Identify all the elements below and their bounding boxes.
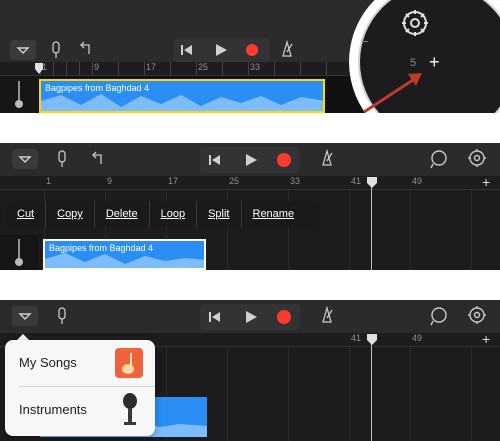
record-icon[interactable] xyxy=(276,309,292,325)
control-bar xyxy=(0,300,500,333)
settings-gear-icon[interactable] xyxy=(400,8,430,38)
menu-item-label: My Songs xyxy=(19,355,77,370)
guitar-icon xyxy=(15,239,23,266)
loop-icon[interactable] xyxy=(429,306,449,326)
undo-icon[interactable] xyxy=(77,40,93,58)
menu-item-instruments[interactable]: Instruments xyxy=(5,387,155,433)
menu-item-split[interactable]: Split xyxy=(197,201,242,227)
ruler-number: 17 xyxy=(168,176,179,186)
menu-item-copy[interactable]: Copy xyxy=(46,201,95,227)
dropdown-icon xyxy=(18,156,32,163)
playhead-icon[interactable] xyxy=(366,176,378,190)
pointer-arrow-icon xyxy=(363,73,422,113)
timeline-ruler[interactable]: 1 9 17 25 33 41 49 + xyxy=(0,174,500,190)
ruler-number: 1 xyxy=(46,176,52,186)
menu-item-cut[interactable]: Cut xyxy=(6,201,47,227)
my-songs-dropdown-button[interactable] xyxy=(12,306,38,326)
record-icon[interactable] xyxy=(244,42,260,58)
undo-icon[interactable] xyxy=(89,150,105,168)
my-songs-dropdown-button[interactable] xyxy=(10,40,36,60)
microphone-icon[interactable] xyxy=(50,40,62,60)
control-bar xyxy=(0,143,500,176)
ruler-number: 25 xyxy=(229,176,240,186)
panel-2-context-menu: 1 9 17 25 33 41 49 + Bagpipes from Baghd… xyxy=(0,143,500,270)
ruler-number: 49 xyxy=(412,333,423,343)
settings-gear-icon[interactable] xyxy=(467,305,487,325)
ruler-number: 9 xyxy=(107,176,113,186)
ruler-number: 33 xyxy=(290,176,301,186)
play-icon[interactable] xyxy=(244,310,258,324)
audio-region-selected[interactable]: Bagpipes from Baghdad 4 xyxy=(43,239,206,270)
microphone-icon[interactable] xyxy=(56,149,68,169)
transport-group xyxy=(174,38,270,62)
menu-item-delete[interactable]: Delete xyxy=(95,201,150,227)
metronome-icon[interactable] xyxy=(319,149,335,167)
audio-region-selected[interactable]: Bagpipes from Baghdad 4 xyxy=(39,79,325,113)
track-header[interactable] xyxy=(0,235,38,270)
rewind-icon[interactable] xyxy=(208,310,222,324)
track-header[interactable] xyxy=(0,76,38,113)
ruler-number: 41 xyxy=(351,333,362,343)
waveform xyxy=(41,94,323,111)
menu-item-loop[interactable]: Loop xyxy=(150,201,198,227)
ruler-number: 25 xyxy=(198,62,209,72)
ruler-number: 33 xyxy=(250,62,261,72)
guitar-icon xyxy=(15,81,23,108)
my-songs-dropdown-button[interactable] xyxy=(12,149,38,169)
microphone-icon[interactable] xyxy=(56,306,68,326)
ruler-number: 41 xyxy=(351,176,362,186)
add-track-button[interactable]: + xyxy=(429,52,440,73)
menu-item-rename[interactable]: Rename xyxy=(242,201,306,227)
ruler-number: 49 xyxy=(412,176,423,186)
ruler-number: 17 xyxy=(146,62,157,72)
menu-item-my-songs[interactable]: My Songs xyxy=(5,340,155,386)
play-icon[interactable] xyxy=(244,153,258,167)
menu-item-label: Instruments xyxy=(19,402,87,417)
microphone-instrument-icon xyxy=(123,393,137,425)
waveform xyxy=(45,253,204,268)
region-context-menu: Cut Copy Delete Loop Split Rename xyxy=(6,201,320,227)
rewind-icon[interactable] xyxy=(208,153,222,167)
transport-group xyxy=(200,147,300,173)
playhead-line xyxy=(371,183,372,270)
panel-1-zoomed: 1 9 17 25 33 Bagpipes from Baghdad 4 − 5… xyxy=(0,0,500,113)
play-icon[interactable] xyxy=(214,43,228,57)
playhead-icon[interactable] xyxy=(34,62,44,76)
loop-icon[interactable] xyxy=(429,149,449,169)
transport-group xyxy=(200,304,300,330)
ruler-number: 9 xyxy=(94,62,100,72)
panel-3-dropdown-menu: 41 49 + My Songs Instruments xyxy=(0,300,500,441)
add-track-button[interactable]: + xyxy=(482,331,490,347)
minus-label: − xyxy=(361,34,369,49)
playhead-icon[interactable] xyxy=(366,333,378,347)
add-track-button[interactable]: + xyxy=(482,174,490,190)
browser-dropdown-menu: My Songs Instruments xyxy=(5,340,155,436)
record-icon[interactable] xyxy=(276,152,292,168)
dropdown-icon xyxy=(16,47,30,54)
metronome-icon[interactable] xyxy=(319,306,335,324)
playhead-line xyxy=(371,340,372,441)
dropdown-icon xyxy=(18,313,32,320)
metronome-icon[interactable] xyxy=(279,40,295,58)
guitar-icon xyxy=(115,348,143,378)
settings-gear-icon[interactable] xyxy=(467,148,487,168)
rewind-icon[interactable] xyxy=(180,43,194,57)
